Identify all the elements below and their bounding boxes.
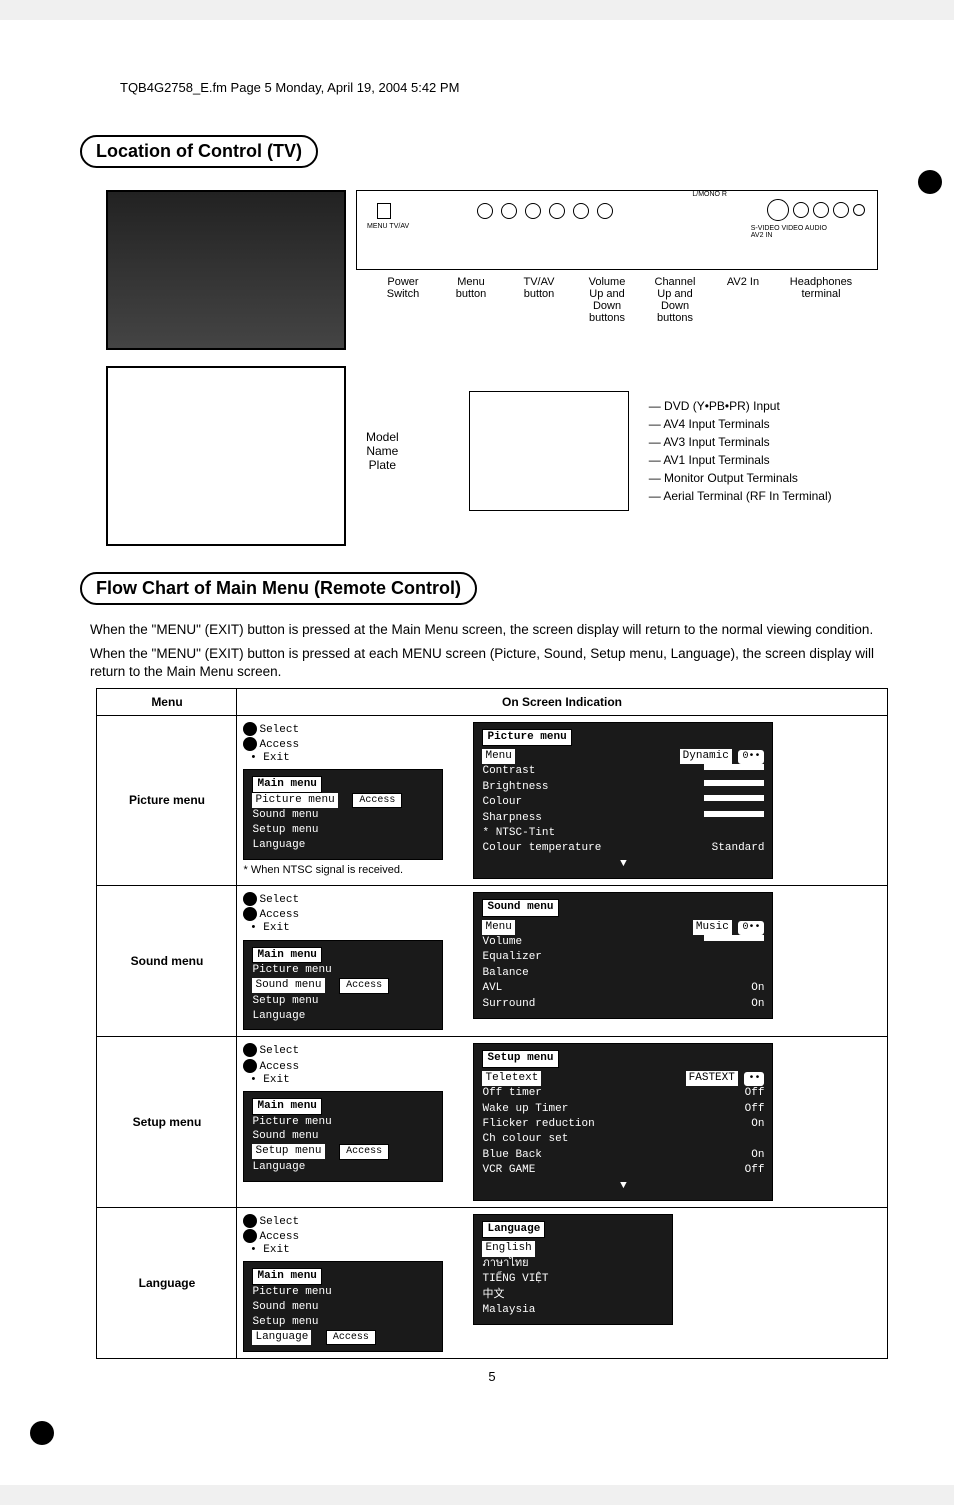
osd-main-picture: Main menu Picture menu Access Sound menu… xyxy=(243,769,443,860)
panel-label-menutvav: MENU TV/AV xyxy=(367,223,409,230)
label-aerial: Aerial Terminal (RF In Terminal) xyxy=(649,487,832,505)
label-model-plate: Model Name Plate xyxy=(366,430,399,472)
label-menu: Menu button xyxy=(441,276,501,324)
table-row-setup: Setup menu Select Access • Exit Main men… xyxy=(97,1037,887,1208)
table-row-picture: Picture menu Select Access • Exit Main m… xyxy=(97,715,887,886)
panel-label-svideo: S-VIDEO VIDEO AUDIO AV2 IN xyxy=(751,225,827,239)
file-header: TQB4G2758_E.fm Page 5 Monday, April 19, … xyxy=(120,80,904,95)
print-mark xyxy=(918,170,942,194)
osd-main-sound: Main menu Picture menu Sound menu Access… xyxy=(243,940,443,1031)
osd-main-setup: Main menu Picture menu Sound menu Setup … xyxy=(243,1091,443,1182)
osd-main-language: Main menu Picture menu Sound menu Setup … xyxy=(243,1261,443,1352)
nav-hints: Select Access • Exit xyxy=(243,1043,443,1086)
control-labels-row: Power Switch Menu button TV/AV button Vo… xyxy=(356,276,878,324)
table-row-sound: Sound menu Select Access • Exit Main men… xyxy=(97,886,887,1037)
row-label-sound: Sound menu xyxy=(97,886,237,1037)
osd-sub-setup: Setup menu TeletextFASTEXT •• Off timerO… xyxy=(473,1043,773,1201)
ntsc-note: * When NTSC signal is received. xyxy=(243,864,443,876)
flow-chart-table: Menu On Screen Indication Picture menu S… xyxy=(96,688,887,1360)
label-tvav: TV/AV button xyxy=(509,276,569,324)
tv-front-illustration xyxy=(106,190,346,350)
section-title-location: Location of Control (TV) xyxy=(80,135,318,168)
label-volume: Volume Up and Down buttons xyxy=(577,276,637,324)
label-monitor-out: Monitor Output Terminals xyxy=(649,469,832,487)
label-av2: AV2 In xyxy=(713,276,773,324)
rear-panel-mini xyxy=(469,391,629,511)
table-row-language: Language Select Access • Exit Main menu … xyxy=(97,1207,887,1358)
flow-intro-p2: When the "MENU" (EXIT) button is pressed… xyxy=(90,645,894,681)
osd-sub-picture: Picture menu MenuDynamic 0•• Contrast Br… xyxy=(473,722,773,880)
tv-diagram: MENU TV/AV L/MONO R S-VIDEO VIDEO AUDIO xyxy=(100,184,884,552)
top-control-panel: MENU TV/AV L/MONO R S-VIDEO VIDEO AUDIO xyxy=(356,190,878,270)
panel-label-lmono: L/MONO R xyxy=(692,191,727,198)
row-label-setup: Setup menu xyxy=(97,1037,237,1208)
page-number: 5 xyxy=(80,1369,904,1384)
row-label-picture: Picture menu xyxy=(97,715,237,886)
osd-sub-sound: Sound menu MenuMusic 0•• Volume Equalize… xyxy=(473,892,773,1019)
tv-rear-illustration xyxy=(106,366,346,546)
row-label-language: Language xyxy=(97,1207,237,1358)
rear-labels: DVD (Y•PB•PR) Input AV4 Input Terminals … xyxy=(649,397,832,505)
flow-intro-p1: When the "MENU" (EXIT) button is pressed… xyxy=(90,621,894,639)
th-menu: Menu xyxy=(97,688,237,715)
label-av3: AV3 Input Terminals xyxy=(649,433,832,451)
manual-page: { "header": { "file_line": "TQB4G2758_E.… xyxy=(0,20,954,1485)
nav-hints: Select Access • Exit xyxy=(243,892,443,935)
label-power: Power Switch xyxy=(373,276,433,324)
label-av4: AV4 Input Terminals xyxy=(649,415,832,433)
nav-hints: Select Access • Exit xyxy=(243,1214,443,1257)
section-title-flowchart: Flow Chart of Main Menu (Remote Control) xyxy=(80,572,477,605)
osd-sub-language: Language English ภาษาไทย TIẾNG VIỆT 中文 M… xyxy=(473,1214,673,1325)
label-headphones: Headphones terminal xyxy=(781,276,861,324)
th-osi: On Screen Indication xyxy=(237,688,887,715)
label-channel: Channel Up and Down buttons xyxy=(645,276,705,324)
nav-hints: Select Access • Exit xyxy=(243,722,443,765)
print-mark xyxy=(30,1421,54,1445)
label-av1: AV1 Input Terminals xyxy=(649,451,832,469)
label-dvd-input: DVD (Y•PB•PR) Input xyxy=(649,397,832,415)
